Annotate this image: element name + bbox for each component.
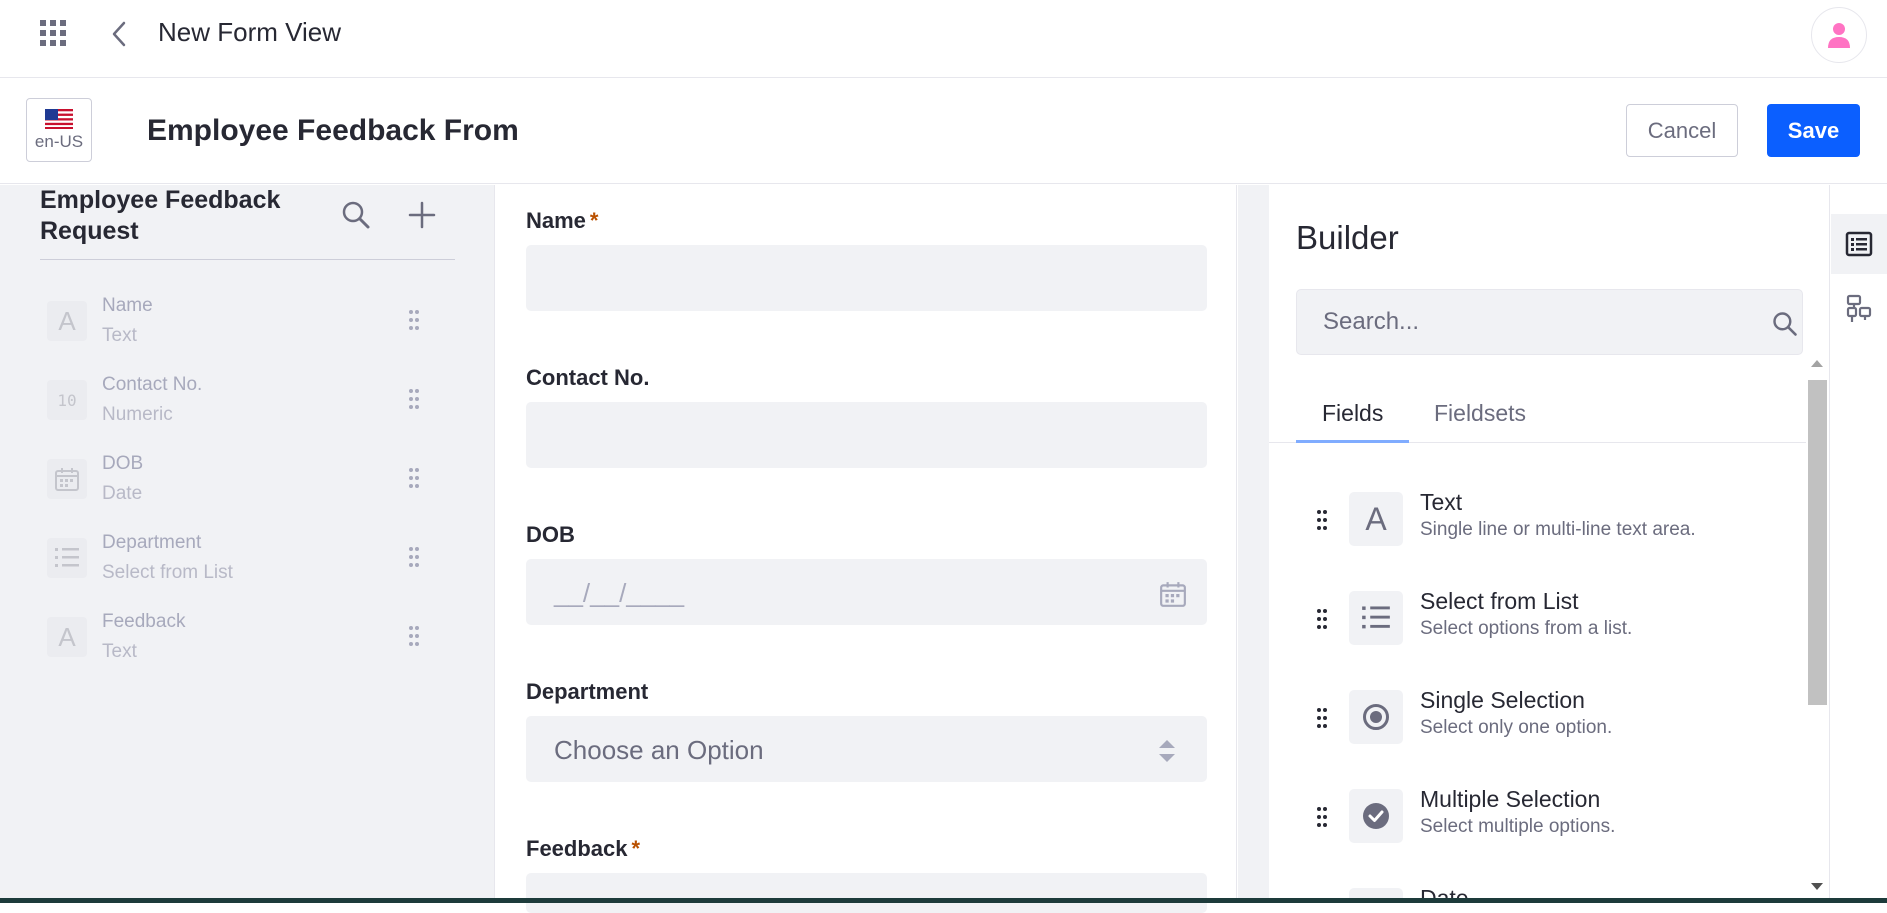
tab-fields[interactable]: Fields [1296,395,1410,443]
sidebar-field-feedback[interactable]: A Feedback Text [40,605,440,675]
sidebar-title: Employee Feedback Request [40,186,281,245]
sidebar-field-contact[interactable]: 10 Contact No. Numeric [40,368,440,438]
page-title: New Form View [158,17,342,47]
fields-sidebar: Employee Feedback Request A Name Text 10… [0,185,495,903]
scroll-up-arrow-icon[interactable] [1811,360,1823,367]
drag-handle-icon[interactable] [408,625,420,647]
locale-selector[interactable]: en-US [26,98,92,162]
drag-handle-icon[interactable] [408,546,420,568]
add-icon[interactable] [406,199,438,231]
search-icon[interactable] [1771,310,1799,338]
side-rail [1831,185,1887,903]
builder-field-text[interactable]: A Text Single line or multi-line text ar… [1316,484,1786,570]
back-chevron-icon[interactable] [108,20,132,48]
builder-field-name: Text [1420,489,1463,515]
us-flag-icon [45,108,73,129]
apps-grid-icon[interactable] [40,20,66,46]
form-list-icon [1845,231,1873,257]
sidebar-field-label: Contact No. [102,374,203,395]
radio-icon [1349,690,1403,744]
builder-field-name: Select from List [1420,588,1579,614]
form-toolbar: en-US Employee Feedback From Cancel Save [0,79,1887,184]
drag-handle-icon[interactable] [1316,608,1328,630]
builder-field-multiple-selection[interactable]: Multiple Selection Select multiple optio… [1316,781,1786,867]
builder-panel: Builder Fields Fieldsets A Text Single l… [1269,185,1830,903]
save-button[interactable]: Save [1767,104,1860,157]
sidebar-field-dob[interactable]: DOB Date [40,447,440,517]
sidebar-field-label: DOB [102,453,144,474]
required-marker: * [589,208,599,233]
scroll-thumb[interactable] [1808,380,1827,705]
builder-search-input[interactable] [1323,304,1723,340]
sidebar-field-type: Text [102,641,137,662]
drag-handle-icon[interactable] [408,388,420,410]
tab-fieldsets[interactable]: Fieldsets [1408,395,1552,443]
scroll-down-arrow-icon[interactable] [1811,883,1823,890]
builder-field-single-selection[interactable]: Single Selection Select only one option. [1316,682,1786,768]
builder-field-select-list[interactable]: Select from List Select options from a l… [1316,583,1786,669]
sidebar-field-name[interactable]: A Name Text [40,289,440,359]
search-icon[interactable] [340,199,372,231]
form-canvas: Name * Contact No. DOB __/__/____ Departm… [496,185,1237,913]
sidebar-field-type: Date [102,483,143,504]
text-icon: A [47,617,87,657]
user-avatar[interactable] [1811,7,1867,63]
sidebar-field-type: Text [102,325,137,346]
builder-field-name: Multiple Selection [1420,786,1601,812]
field-label-name: Name * [526,208,599,233]
locale-label: en-US [34,131,84,151]
field-label-feedback: Feedback * [526,836,641,861]
field-label-department: Department [526,679,649,704]
list-icon [1349,591,1403,645]
builder-tabs: Fields Fieldsets [1269,395,1806,443]
name-input[interactable] [526,245,1207,311]
sidebar-field-label: Feedback [102,611,186,632]
builder-search-box [1296,289,1803,355]
calendar-icon [47,459,87,499]
panel-divider [1238,185,1269,903]
sidebar-header: Employee Feedback Request [40,185,455,260]
drag-handle-icon[interactable] [408,309,420,331]
rules-icon [1846,294,1872,322]
drag-handle-icon[interactable] [1316,707,1328,729]
text-icon: A [47,301,87,341]
builder-field-name: Single Selection [1420,687,1585,713]
field-label-contact: Contact No. [526,365,650,390]
top-bar: New Form View [0,0,1887,78]
check-circle-icon [1349,789,1403,843]
drag-handle-icon[interactable] [1316,509,1328,531]
sidebar-field-label: Name [102,295,153,316]
drag-handle-icon[interactable] [1316,806,1328,828]
builder-toggle-button[interactable] [1831,214,1887,274]
text-icon: A [1349,492,1403,546]
user-icon [1828,23,1850,48]
select-arrows-icon [1159,740,1175,762]
sidebar-field-department[interactable]: Department Select from List [40,526,440,596]
select-placeholder: Choose an Option [554,735,764,765]
required-marker: * [631,836,641,861]
builder-field-description: Single line or multi-line text area. [1420,519,1696,540]
sidebar-field-type: Numeric [102,404,173,425]
builder-field-description: Select only one option. [1420,717,1613,738]
form-title[interactable]: Employee Feedback From [147,114,519,148]
calendar-icon[interactable] [1159,580,1187,608]
builder-field-description: Select multiple options. [1420,816,1616,837]
contact-input[interactable] [526,402,1207,468]
bottom-edge [0,898,1887,903]
sidebar-field-type: Select from List [102,562,233,583]
builder-title: Builder [1296,219,1399,256]
feedback-input[interactable] [526,873,1207,913]
department-select[interactable]: Choose an Option [526,716,1207,782]
dob-placeholder: __/__/____ [554,578,685,608]
builder-field-description: Select options from a list. [1420,618,1633,639]
dob-date-input[interactable]: __/__/____ [526,559,1207,625]
numeric-icon: 10 [47,380,87,420]
sidebar-field-label: Department [102,532,202,553]
field-label-dob: DOB [526,522,575,547]
cancel-button[interactable]: Cancel [1626,104,1738,157]
list-icon [47,538,87,578]
rules-toggle-button[interactable] [1831,279,1887,339]
drag-handle-icon[interactable] [408,467,420,489]
